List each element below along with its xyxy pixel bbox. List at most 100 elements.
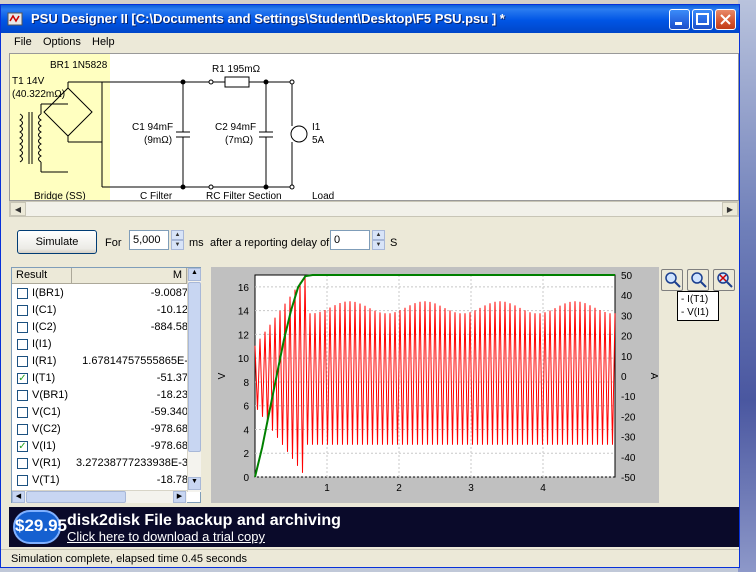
result-value: 1.67814757555865E-: [82, 355, 188, 367]
x-tick-label: 3: [468, 483, 474, 494]
result-checkbox[interactable]: ✓: [17, 441, 28, 452]
result-checkbox[interactable]: [17, 390, 28, 401]
result-row[interactable]: V(R1) 3.27238777233938E-3: [12, 455, 188, 472]
c1-esr: (9mΩ): [144, 135, 172, 146]
results-horizontal-scrollbar[interactable]: ◀ ▶: [12, 490, 187, 503]
result-value: -18.78: [156, 474, 188, 486]
result-checkbox[interactable]: [17, 424, 28, 435]
menu-file[interactable]: File: [14, 36, 32, 48]
result-row[interactable]: I(BR1) -9.0087: [12, 285, 188, 302]
minimize-button[interactable]: [669, 9, 690, 30]
advertisement-banner[interactable]: $29.95 disk2disk File backup and archivi…: [9, 507, 739, 547]
results-vertical-scrollbar[interactable]: ▲ ▼: [187, 268, 201, 492]
simulate-button[interactable]: Simulate: [17, 230, 97, 254]
y2-tick-label: -10: [621, 392, 636, 403]
zoom-out-button[interactable]: [687, 269, 709, 291]
magnifier-minus-icon: [691, 272, 707, 288]
result-row[interactable]: I(C2) -884.58: [12, 319, 188, 336]
column-header-value[interactable]: M: [72, 268, 187, 284]
legend-item: - I(T1): [681, 294, 709, 305]
desktop-background: [738, 0, 756, 572]
y2-tick-label: -30: [621, 433, 636, 444]
window-title: PSU Designer II [C:\Documents and Settin…: [31, 11, 505, 26]
result-row[interactable]: V(C1) -59.340: [12, 404, 188, 421]
magnifier-reset-icon: [717, 272, 733, 288]
spin-down-icon[interactable]: ▼: [171, 240, 184, 250]
result-checkbox[interactable]: [17, 475, 28, 486]
spin-up-icon[interactable]: ▲: [171, 230, 184, 240]
menu-options[interactable]: Options: [43, 36, 81, 48]
maximize-button[interactable]: [692, 9, 713, 30]
result-checkbox[interactable]: [17, 305, 28, 316]
scroll-left-arrow-icon[interactable]: ◀: [10, 202, 26, 216]
result-value: -51.37: [156, 372, 188, 384]
y2-tick-label: 0: [621, 372, 627, 383]
section-bridge: Bridge (SS): [34, 191, 86, 200]
result-name: V(T1): [32, 474, 60, 486]
scroll-right-arrow-icon[interactable]: ▶: [173, 491, 186, 503]
section-load: Load: [312, 191, 334, 200]
delay-label: after a reporting delay of: [210, 237, 330, 249]
scrollbar-thumb[interactable]: [188, 282, 201, 452]
result-row[interactable]: I(I1): [12, 336, 188, 353]
zoom-reset-button[interactable]: [713, 269, 735, 291]
result-checkbox[interactable]: ✓: [17, 373, 28, 384]
result-checkbox[interactable]: [17, 288, 28, 299]
result-name: I(T1): [32, 372, 56, 384]
result-row[interactable]: V(BR1) -18.23: [12, 387, 188, 404]
zoom-in-button[interactable]: [661, 269, 683, 291]
scroll-right-arrow-icon[interactable]: ▶: [722, 202, 738, 216]
circuit-schematic: BR1 1N5828 T1 14V (40.322mΩ) R1 195mΩ C1…: [10, 54, 334, 200]
x-tick-label: 1: [324, 483, 330, 494]
result-row[interactable]: I(C1) -10.12: [12, 302, 188, 319]
load-label: I1: [312, 122, 321, 133]
close-button[interactable]: [715, 9, 736, 30]
y-tick-label: 12: [238, 330, 250, 341]
y2-tick-label: 40: [621, 291, 633, 302]
circuit-wires: [102, 76, 308, 190]
delay-input[interactable]: [330, 230, 370, 250]
result-row[interactable]: V(C2) -978.68: [12, 421, 188, 438]
scroll-down-arrow-icon[interactable]: ▼: [188, 477, 201, 490]
result-checkbox[interactable]: [17, 407, 28, 418]
duration-input[interactable]: [129, 230, 169, 250]
r1-label: R1 195mΩ: [212, 64, 261, 75]
schematic-horizontal-scrollbar[interactable]: ◀ ▶: [9, 201, 739, 217]
result-row[interactable]: I(R1) 1.67814757555865E-: [12, 353, 188, 370]
result-checkbox[interactable]: [17, 356, 28, 367]
title-bar[interactable]: PSU Designer II [C:\Documents and Settin…: [1, 5, 739, 33]
result-name: I(BR1): [32, 287, 64, 299]
menu-help[interactable]: Help: [92, 36, 115, 48]
scroll-left-arrow-icon[interactable]: ◀: [12, 491, 25, 503]
result-row[interactable]: ✓ V(I1) -978.68: [12, 438, 188, 455]
y2-tick-label: 30: [621, 311, 633, 322]
ad-download-link[interactable]: Click here to download a trial copy: [67, 529, 265, 544]
y-tick-label: 0: [243, 473, 249, 484]
duration-spinner[interactable]: ▲ ▼: [171, 230, 184, 250]
result-row[interactable]: ✓ I(T1) -51.37: [12, 370, 188, 387]
schematic-panel[interactable]: BR1 1N5828 T1 14V (40.322mΩ) R1 195mΩ C1…: [9, 53, 739, 201]
result-value: -18.23: [156, 389, 188, 401]
result-checkbox[interactable]: [17, 322, 28, 333]
column-header-result[interactable]: Result: [12, 268, 72, 284]
result-row[interactable]: V(T1) -18.78: [12, 472, 188, 489]
menu-bar: File Options Help: [1, 33, 739, 52]
plot-legend: - I(T1) - V(I1): [677, 291, 719, 321]
delay-spinner[interactable]: ▲ ▼: [372, 230, 385, 250]
y2-tick-label: 10: [621, 352, 633, 363]
result-checkbox[interactable]: [17, 458, 28, 469]
y-tick-label: 16: [238, 283, 250, 294]
app-icon: [7, 12, 23, 26]
plot-panel[interactable]: 1 2 3 4 0 2 4 6 8 10 12 14 16 -50 -40 -30 -20 -10 0 10 20 30 4…: [211, 267, 659, 503]
scroll-up-arrow-icon[interactable]: ▲: [188, 268, 201, 281]
spin-up-icon[interactable]: ▲: [372, 230, 385, 240]
result-checkbox[interactable]: [17, 339, 28, 350]
resistor-r1-symbol: [224, 76, 250, 88]
y2-axis-label: A: [648, 373, 659, 380]
spin-down-icon[interactable]: ▼: [372, 240, 385, 250]
scrollbar-thumb[interactable]: [26, 491, 126, 503]
results-list[interactable]: Result M I(BR1) -9.0087 I(C1) -10.12 I(C2) -8…: [11, 267, 201, 503]
price-text: $29.95: [15, 516, 67, 535]
status-text: Simulation complete, elapsed time 0.45 s…: [11, 553, 248, 565]
y-tick-label: 10: [238, 354, 250, 365]
